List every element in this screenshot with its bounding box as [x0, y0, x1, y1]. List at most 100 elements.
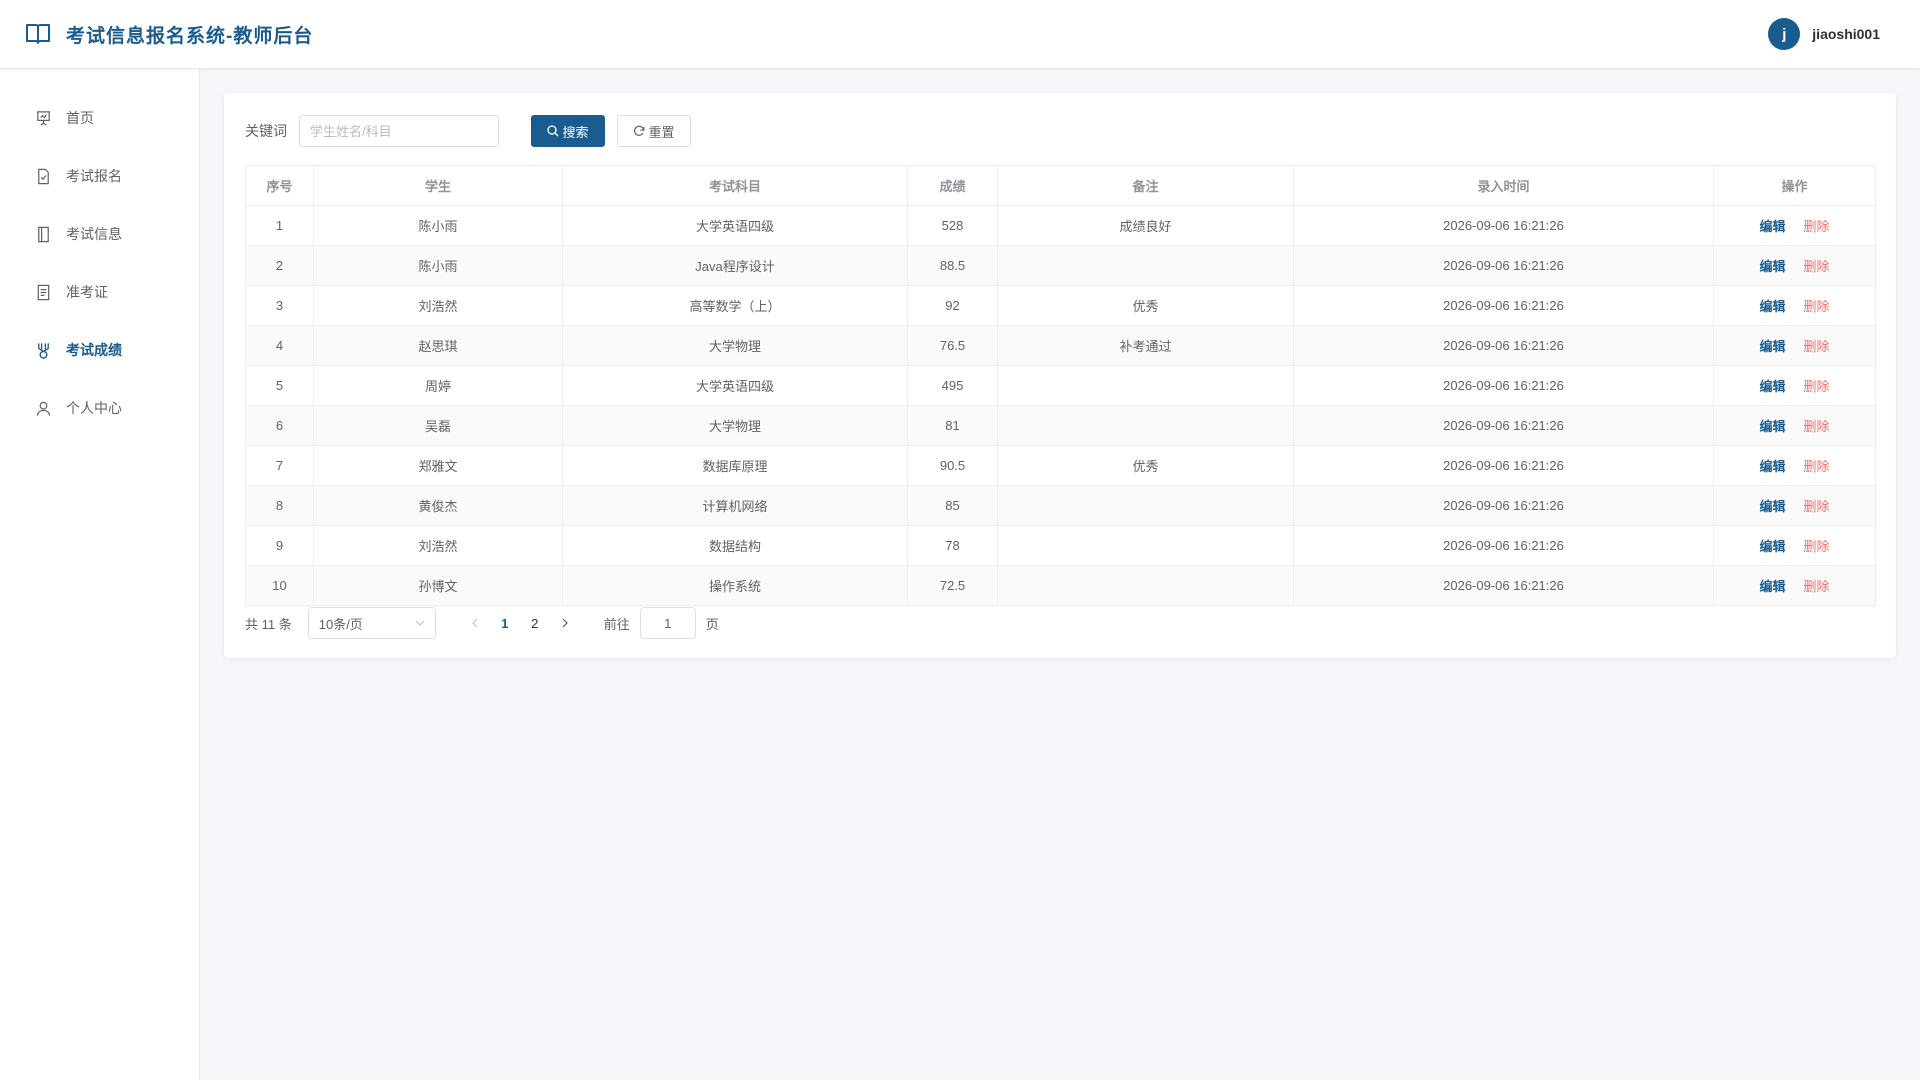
delete-link[interactable]: 删除: [1804, 579, 1830, 594]
username[interactable]: jiaoshi001: [1812, 26, 1880, 42]
cell-no: 3: [245, 285, 314, 326]
column-header-remark: 备注: [997, 165, 1294, 206]
cell-student: 黄俊杰: [313, 485, 563, 526]
total-count: 共 11 条: [245, 616, 292, 632]
cell-score: 528: [907, 205, 998, 246]
keyword-input[interactable]: [299, 115, 499, 147]
sidebar-item-profile[interactable]: 个人中心: [0, 379, 199, 437]
cell-actions: 编辑 删除: [1713, 525, 1876, 566]
cell-actions: 编辑 删除: [1713, 205, 1876, 246]
chevron-left-icon: [471, 618, 478, 628]
cell-student: 吴磊: [313, 405, 563, 446]
cell-remark: [997, 365, 1294, 406]
scores-table: 序号 学生 考试科目 成绩 备注 录入时间 操作 1 陈小雨 大学英语四级 528 成绩…: [245, 165, 1876, 606]
delete-link[interactable]: 删除: [1804, 379, 1830, 394]
user-menu[interactable]: j jiaoshi001: [1768, 18, 1880, 50]
search-button[interactable]: 搜索: [531, 115, 605, 147]
cell-remark: [997, 245, 1294, 286]
cell-remark: [997, 525, 1294, 566]
cell-remark: [997, 405, 1294, 446]
table-row: 9 刘浩然 数据结构 78 2026-09-06 16:21:26 编辑 删除: [245, 525, 1876, 566]
chevron-down-icon: [415, 620, 425, 626]
page-number[interactable]: 1: [490, 608, 520, 638]
search-toolbar: 关键词 搜索 重置: [245, 115, 1875, 147]
edit-link[interactable]: 编辑: [1759, 499, 1785, 514]
sidebar: 首页 考试报名 考试信息 准考证 考试成绩 个人中心: [0, 69, 200, 1080]
delete-link[interactable]: 删除: [1804, 539, 1830, 554]
goto-label: 前往: [603, 616, 630, 632]
cell-score: 78: [907, 525, 998, 566]
brand[interactable]: 考试信息报名系统-教师后台: [24, 20, 313, 48]
avatar[interactable]: j: [1768, 18, 1801, 50]
column-header-time: 录入时间: [1293, 165, 1714, 206]
column-header-no: 序号: [245, 165, 314, 206]
sidebar-item-admission-ticket[interactable]: 准考证: [0, 263, 199, 321]
table-row: 5 周婷 大学英语四级 495 2026-09-06 16:21:26 编辑 删除: [245, 365, 1876, 406]
delete-link[interactable]: 删除: [1804, 219, 1830, 234]
next-page-button[interactable]: [550, 608, 580, 638]
delete-link[interactable]: 删除: [1804, 299, 1830, 314]
delete-link[interactable]: 删除: [1804, 259, 1830, 274]
delete-link[interactable]: 删除: [1804, 339, 1830, 354]
cell-remark: [997, 485, 1294, 526]
prev-page-button[interactable]: [460, 608, 490, 638]
cell-score: 495: [907, 365, 998, 406]
cell-subject: 大学英语四级: [562, 365, 908, 406]
edit-link[interactable]: 编辑: [1759, 259, 1785, 274]
sidebar-item-registration[interactable]: 考试报名: [0, 147, 199, 205]
cell-actions: 编辑 删除: [1713, 365, 1876, 406]
column-header-subject: 考试科目: [562, 165, 908, 206]
cell-no: 6: [245, 405, 314, 446]
table-row: 10 孙博文 操作系统 72.5 2026-09-06 16:21:26 编辑 删除: [245, 565, 1876, 606]
sidebar-item-exam-scores[interactable]: 考试成绩: [0, 321, 199, 379]
edit-link[interactable]: 编辑: [1759, 219, 1785, 234]
sidebar-item-exam-info[interactable]: 考试信息: [0, 205, 199, 263]
edit-link[interactable]: 编辑: [1759, 579, 1785, 594]
cell-subject: 数据库原理: [562, 445, 908, 486]
cell-score: 85: [907, 485, 998, 526]
keyword-label: 关键词: [245, 123, 287, 139]
edit-link[interactable]: 编辑: [1759, 419, 1785, 434]
sidebar-item-label: 考试报名: [66, 168, 122, 184]
reset-button[interactable]: 重置: [617, 115, 691, 147]
cell-time: 2026-09-06 16:21:26: [1293, 485, 1714, 526]
page-number[interactable]: 2: [520, 608, 550, 638]
page-size-select[interactable]: 10条/页: [307, 607, 436, 639]
page-size-value: 10条/页: [318, 616, 363, 632]
refresh-icon: [634, 125, 645, 136]
cell-student: 赵思琪: [313, 325, 563, 366]
user-icon: [36, 401, 51, 416]
delete-link[interactable]: 删除: [1804, 419, 1830, 434]
notebook-icon: [38, 226, 49, 242]
edit-link[interactable]: 编辑: [1759, 379, 1785, 394]
cell-subject: 数据结构: [562, 525, 908, 566]
app-title: 考试信息报名系统-教师后台: [66, 25, 314, 47]
cell-no: 1: [245, 205, 314, 246]
table-row: 8 黄俊杰 计算机网络 85 2026-09-06 16:21:26 编辑 删除: [245, 485, 1876, 526]
cell-remark: 优秀: [997, 285, 1294, 326]
edit-link[interactable]: 编辑: [1759, 339, 1785, 354]
cell-actions: 编辑 删除: [1713, 245, 1876, 286]
edit-link[interactable]: 编辑: [1759, 299, 1785, 314]
presentation-icon: [36, 110, 51, 126]
edit-link[interactable]: 编辑: [1759, 459, 1785, 474]
cell-subject: 计算机网络: [562, 485, 908, 526]
search-button-label: 搜索: [562, 124, 589, 140]
search-icon: [547, 125, 559, 137]
table-header-row: 序号 学生 考试科目 成绩 备注 录入时间 操作: [245, 165, 1876, 206]
sidebar-item-home[interactable]: 首页: [0, 89, 199, 147]
cell-subject: 大学物理: [562, 405, 908, 446]
cell-score: 72.5: [907, 565, 998, 606]
cell-time: 2026-09-06 16:21:26: [1293, 205, 1714, 246]
delete-link[interactable]: 删除: [1804, 459, 1830, 474]
cell-student: 陈小雨: [313, 205, 563, 246]
cell-time: 2026-09-06 16:21:26: [1293, 245, 1714, 286]
edit-link[interactable]: 编辑: [1759, 539, 1785, 554]
table-row: 6 吴磊 大学物理 81 2026-09-06 16:21:26 编辑 删除: [245, 405, 1876, 446]
cell-time: 2026-09-06 16:21:26: [1293, 405, 1714, 446]
main-panel: 关键词 搜索 重置 序号 学生 考试科目 成绩 备注 录入时间 操作 1陈小雨大…: [224, 93, 1896, 658]
goto-page-input[interactable]: [639, 607, 696, 639]
delete-link[interactable]: 删除: [1804, 499, 1830, 514]
column-header-student: 学生: [313, 165, 563, 206]
medal-icon: [38, 342, 49, 359]
